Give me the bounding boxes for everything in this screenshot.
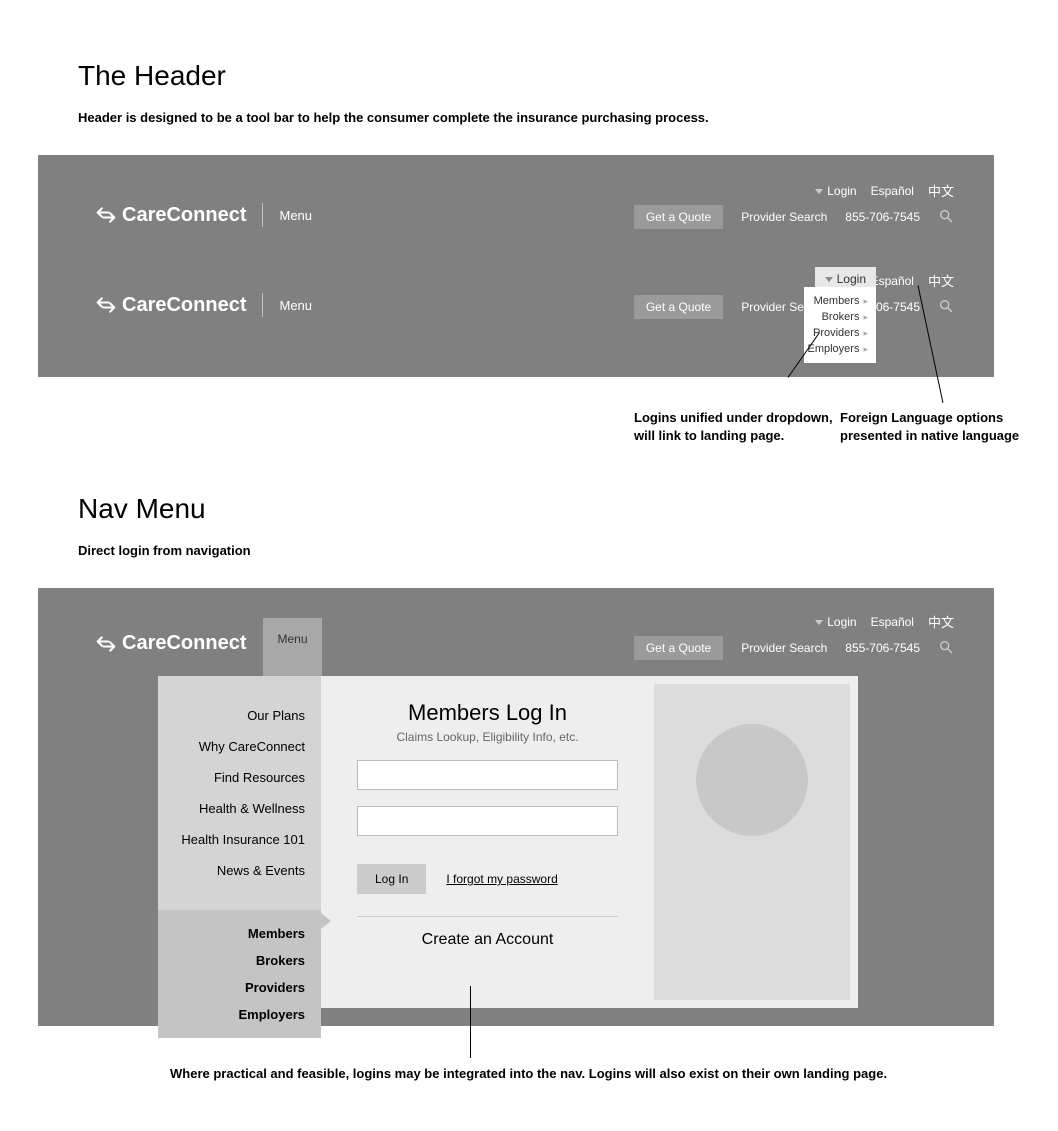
placeholder-circle-icon [696,724,808,836]
logo[interactable]: CareConnect Menu [96,293,312,317]
nav-item-find-resources[interactable]: Find Resources [158,762,321,793]
caret-down-icon [825,277,833,282]
nav-item-our-plans[interactable]: Our Plans [158,700,321,731]
logo[interactable]: CareConnect Menu [96,203,312,227]
login-panel-title: Members Log In [357,700,618,726]
logo-text: CareConnect [122,294,246,317]
mid-utility-row: Get a Quote Provider Search 855-706-7545 [634,205,954,229]
nav-item-brokers[interactable]: Brokers [158,947,321,974]
phone-number: 855-706-7545 [845,641,920,655]
provider-search-link[interactable]: Provider Search [741,210,827,224]
login-dropdown-menu: Members▸ Brokers▸ Providers▸ Employers▸ [804,287,876,363]
provider-search-link[interactable]: Provider Search [741,641,827,655]
caret-down-icon [815,189,823,194]
arrow-right-icon: ▸ [863,296,868,307]
nav-item-members[interactable]: Members [158,920,321,947]
search-icon[interactable] [938,639,954,658]
annotation-languages: Foreign Language options presented in na… [840,409,1020,444]
nav-item-providers[interactable]: Providers [158,974,321,1001]
search-icon[interactable] [938,208,954,227]
create-account-link[interactable]: Create an Account [357,931,618,949]
annotation-logins: Logins unified under dropdown, will link… [634,409,844,444]
section-title-header: The Header [78,60,1058,92]
get-quote-button[interactable]: Get a Quote [634,636,723,660]
login-dd-employers[interactable]: Employers▸ [812,341,868,357]
promo-placeholder [654,684,850,1000]
lang-espanol[interactable]: Español [871,184,914,198]
logo-icon [96,634,116,654]
nav-item-news[interactable]: News & Events [158,855,321,886]
top-utility-row: Login Español 中文 [815,181,954,200]
nav-item-health-wellness[interactable]: Health & Wellness [158,793,321,824]
mega-menu-nav: Our Plans Why CareConnect Find Resources… [158,676,321,1008]
arrow-right-icon: ▸ [863,328,868,339]
divider [357,916,618,917]
password-input[interactable] [357,806,618,836]
logo[interactable]: CareConnect [96,632,246,655]
login-dd-members[interactable]: Members▸ [812,293,868,309]
annotation-nav-login: Where practical and feasible, logins may… [170,1066,1058,1081]
mid-utility-row: Get a Quote Provider Search 855-706-7545 [634,636,954,660]
nav-mock-container: CareConnect Menu Login Español 中文 Get a … [38,588,994,1026]
login-dropdown-trigger[interactable]: Login [815,615,856,629]
section-title-nav: Nav Menu [78,493,1058,525]
lang-chinese[interactable]: 中文 [928,612,954,631]
menu-link[interactable]: Menu [279,208,312,223]
phone-number: 855-706-7545 [845,210,920,224]
login-panel-subtitle: Claims Lookup, Eligibility Info, etc. [357,730,618,744]
arrow-right-icon: ▸ [863,312,868,323]
login-dd-brokers[interactable]: Brokers▸ [812,309,868,325]
annotation-line [470,986,471,1058]
active-indicator-icon [321,913,331,929]
mid-utility-row: Get a Quote Provider Search 855-706-7545 [634,295,954,319]
arrow-right-icon: ▸ [863,344,868,355]
login-panel: Members Log In Claims Lookup, Eligibilit… [321,676,654,1008]
lang-chinese[interactable]: 中文 [928,271,954,290]
login-button[interactable]: Log In [357,864,426,894]
divider [262,293,263,317]
lang-chinese[interactable]: 中文 [928,181,954,200]
nav-item-insurance-101[interactable]: Health Insurance 101 [158,824,321,855]
get-quote-button[interactable]: Get a Quote [634,295,723,319]
login-dd-providers[interactable]: Providers▸ [812,325,868,341]
top-utility-row: Login Español 中文 [815,612,954,631]
nav-item-employers[interactable]: Employers [158,1001,321,1028]
mega-menu-nav-sub: Members Brokers Providers Employers [158,910,321,1038]
divider [262,203,263,227]
mega-menu: Our Plans Why CareConnect Find Resources… [158,676,858,1008]
header-mock-container: CareConnect Menu Login Español 中文 Get a … [38,155,994,377]
get-quote-button[interactable]: Get a Quote [634,205,723,229]
caret-down-icon [815,620,823,625]
logo-text: CareConnect [122,632,246,655]
menu-link[interactable]: Menu [279,298,312,313]
logo-icon [96,295,116,315]
search-icon[interactable] [938,298,954,317]
section-desc-header: Header is designed to be a tool bar to h… [78,110,1058,125]
nav-item-why[interactable]: Why CareConnect [158,731,321,762]
username-input[interactable] [357,760,618,790]
header-row-collapsed: CareConnect Menu Login Español 中文 Get a … [38,175,994,265]
lang-espanol[interactable]: Español [871,274,914,288]
logo-icon [96,205,116,225]
logo-text: CareConnect [122,204,246,227]
lang-espanol[interactable]: Español [871,615,914,629]
header-row-expanded: CareConnect Menu Login Español 中文 Get a … [38,265,994,355]
section-desc-nav: Direct login from navigation [78,543,1058,558]
menu-tab-active[interactable]: Menu [263,618,322,676]
login-dropdown-trigger[interactable]: Login [815,184,856,198]
forgot-password-link[interactable]: I forgot my password [446,872,557,886]
